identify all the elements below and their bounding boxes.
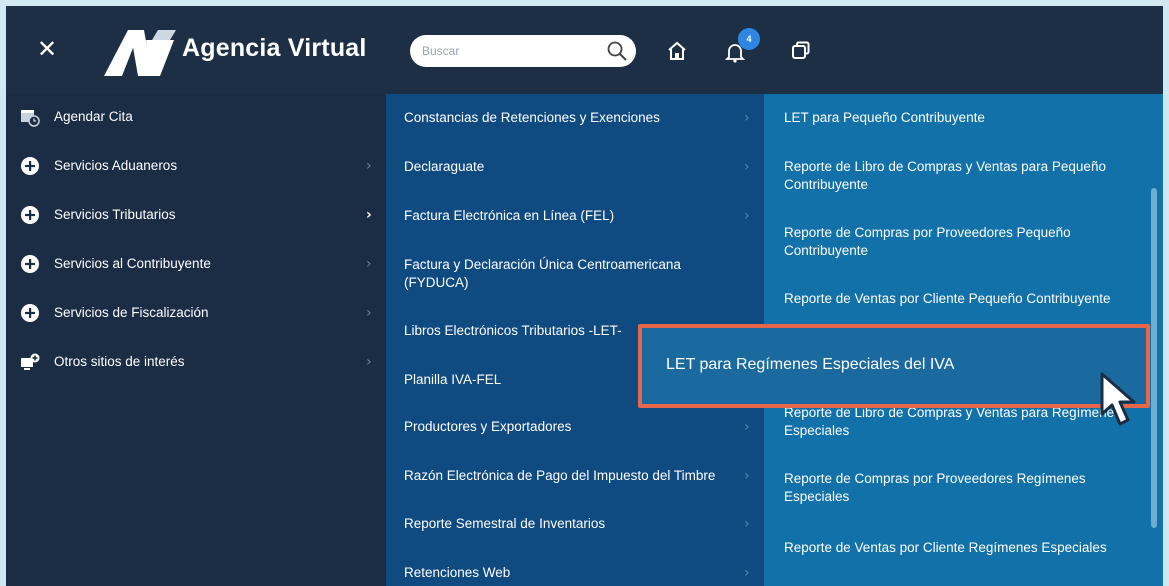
subsubmenu-item-label: Reporte de Ventas por Cliente Pequeño Co… (784, 291, 1111, 306)
chevron-right-icon: › (744, 516, 750, 532)
submenu-item-label: Factura Electrónica en Línea (FEL) (404, 208, 615, 223)
notification-badge: 4 (738, 28, 760, 50)
submenu-item-retenciones[interactable]: Retenciones Web › (386, 564, 764, 584)
hovered-item-let-regimenes-especiales[interactable]: LET para Regímenes Especiales del IVA (638, 324, 1150, 408)
submenu-item-label: Constancias de Retenciones y Exenciones (404, 110, 660, 125)
menu-item-label: Servicios de Fiscalización (54, 305, 209, 320)
brand-name: Agencia Virtual (182, 34, 367, 62)
menu-item-servicios-tributarios[interactable]: Servicios Tributarios › (6, 205, 386, 227)
submenu-item-fyduca[interactable]: Factura y Declaración Única Centroameric… (386, 256, 764, 296)
search-box[interactable] (410, 35, 636, 67)
subsubmenu-item-compras-pequeno[interactable]: Reporte de Compras por Proveedores Peque… (764, 224, 1163, 264)
subsubmenu-item-ventas-especiales[interactable]: Reporte de Ventas por Cliente Regímenes … (764, 539, 1163, 559)
subsubmenu-item-label: Reporte de Compras por Proveedores Peque… (784, 225, 1071, 258)
subsubmenu-item-label: LET para Pequeño Contribuyente (784, 110, 985, 125)
menu-item-label: Servicios Tributarios (54, 207, 176, 222)
plus-circle-icon (21, 255, 39, 273)
submenu-item-label: Declaraguate (404, 159, 485, 174)
chevron-right-icon: › (366, 207, 372, 223)
close-icon[interactable]: ✕ (36, 37, 58, 61)
submenu-item-constancias[interactable]: Constancias de Retenciones y Exenciones … (386, 109, 764, 129)
notifications[interactable]: 4 (724, 28, 764, 66)
submenu-item-label: Reporte Semestral de Inventarios (404, 516, 606, 531)
subsubmenu-item-label: Reporte de Libro de Compras y Ventas par… (784, 405, 1121, 438)
mouse-cursor-icon (1100, 372, 1136, 426)
submenu-item-label: Factura y Declaración Única Centroameric… (404, 257, 681, 290)
submenu-item-fel[interactable]: Factura Electrónica en Línea (FEL) › (386, 207, 764, 227)
menu-item-label: Otros sitios de interés (54, 354, 185, 369)
scrollbar[interactable] (1151, 188, 1157, 528)
chevron-right-icon: › (744, 565, 750, 581)
subsubmenu-item-label: Reporte de Ventas por Cliente Regímenes … (784, 540, 1107, 555)
subsubmenu-item-let-pequeno[interactable]: LET para Pequeño Contribuyente (764, 109, 1163, 129)
chevron-right-icon: › (744, 110, 750, 126)
plus-circle-icon (21, 157, 39, 175)
external-sites-icon (21, 353, 40, 370)
home-icon[interactable] (666, 40, 688, 62)
menu-item-otros-sitios[interactable]: Otros sitios de interés › (6, 352, 386, 374)
subsubmenu-item-label: Reporte de Libro de Compras y Ventas par… (784, 159, 1106, 192)
chevron-right-icon: › (744, 159, 750, 175)
menu-item-servicios-fiscalizacion[interactable]: Servicios de Fiscalización › (6, 303, 386, 325)
submenu-item-label: Productores y Exportadores (404, 419, 572, 434)
chevron-right-icon: › (744, 208, 750, 224)
chevron-right-icon: › (366, 256, 372, 272)
submenu-item-timbre[interactable]: Razón Electrónica de Pago del Impuesto d… (386, 467, 764, 487)
search-icon[interactable] (606, 40, 628, 62)
agencia-virtual-logo (104, 30, 176, 76)
submenu-item-declaraguate[interactable]: Declaraguate › (386, 158, 764, 178)
chevron-right-icon: › (366, 158, 372, 174)
subsubmenu-item-label: Reporte de Compras por Proveedores Regím… (784, 471, 1086, 504)
search-input[interactable] (422, 41, 592, 61)
plus-circle-icon (21, 304, 39, 322)
plus-circle-icon (21, 206, 39, 224)
chevron-right-icon: › (744, 419, 750, 435)
menu-item-label: Servicios al Contribuyente (54, 256, 211, 271)
menu-level-1: Agendar Cita Servicios Aduaneros › Servi… (6, 94, 386, 586)
submenu-item-productores[interactable]: Productores y Exportadores › (386, 418, 764, 438)
calendar-clock-icon (21, 110, 40, 127)
chevron-right-icon: › (366, 305, 372, 321)
submenu-item-label: Razón Electrónica de Pago del Impuesto d… (404, 468, 716, 483)
top-bar: ✕ Agencia Virtual 4 (6, 6, 1163, 94)
windows-icon[interactable] (790, 40, 812, 62)
subsubmenu-item-compras-especiales[interactable]: Reporte de Compras por Proveedores Regím… (764, 470, 1163, 510)
submenu-item-inventarios[interactable]: Reporte Semestral de Inventarios › (386, 515, 764, 535)
hovered-item-label: LET para Regímenes Especiales del IVA (666, 356, 955, 373)
menu-item-label: Agendar Cita (54, 109, 133, 124)
app-frame: ✕ Agencia Virtual 4 (6, 6, 1163, 586)
chevron-right-icon: › (744, 468, 750, 484)
subsubmenu-item-libro-pequeno[interactable]: Reporte de Libro de Compras y Ventas par… (764, 158, 1163, 198)
menu-item-servicios-aduaneros[interactable]: Servicios Aduaneros › (6, 156, 386, 178)
submenu-item-label: Retenciones Web (404, 565, 511, 580)
chevron-right-icon: › (366, 354, 372, 370)
menu-item-servicios-contribuyente[interactable]: Servicios al Contribuyente › (6, 254, 386, 276)
menu-item-label: Servicios Aduaneros (54, 158, 178, 173)
menu-item-agendar-cita[interactable]: Agendar Cita (6, 107, 386, 129)
